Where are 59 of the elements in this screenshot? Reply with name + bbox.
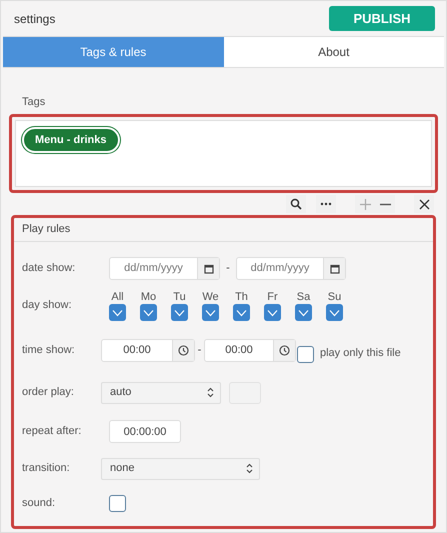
close-icon[interactable]	[414, 195, 434, 213]
day-label: Th	[235, 290, 248, 304]
day-label: Fr	[267, 290, 278, 304]
check-icon	[329, 308, 340, 316]
calendar-icon[interactable]	[323, 258, 345, 279]
tag-chip[interactable]: Menu - drinks	[22, 126, 120, 153]
check-icon	[174, 308, 185, 316]
day-checkbox[interactable]	[326, 304, 343, 321]
section-label: Tags	[21, 95, 46, 110]
check-icon	[143, 308, 154, 316]
field-label: date show:	[22, 261, 76, 276]
field-label: sound:	[22, 496, 56, 512]
day-label: Mo	[140, 290, 156, 304]
calendar-icon[interactable]	[197, 258, 219, 279]
day-checkbox[interactable]	[171, 304, 188, 321]
window-title: settings	[14, 10, 56, 28]
check-icon	[267, 308, 278, 316]
field-label: order play:	[22, 385, 75, 400]
checkbox[interactable]	[109, 495, 126, 512]
chevron-icon	[246, 463, 253, 474]
range-separator: -	[225, 261, 231, 276]
day-label: Su	[328, 290, 342, 304]
day-checkbox[interactable]	[264, 304, 281, 321]
select-field[interactable]: auto	[101, 382, 221, 404]
checkbox-label: play only this file	[320, 346, 401, 361]
day-checkbox[interactable]	[140, 304, 157, 321]
range-separator: -	[196, 343, 202, 358]
tags-field[interactable]: Menu - drinks	[15, 120, 432, 186]
day-label: Tu	[173, 290, 186, 304]
check-icon	[205, 308, 216, 316]
clock-icon[interactable]	[172, 340, 194, 361]
check-icon	[112, 308, 123, 316]
day-checkbox[interactable]	[202, 304, 219, 321]
date-field[interactable]: dd/mm/yyyy	[236, 257, 346, 280]
field-label: day show:	[22, 298, 73, 314]
check-icon	[236, 308, 247, 316]
time-field[interactable]: 00:00	[204, 339, 296, 362]
more-icon[interactable]	[316, 195, 336, 213]
clock-icon[interactable]	[273, 340, 295, 361]
field-label: transition:	[22, 461, 71, 476]
tab[interactable]: About	[224, 37, 444, 67]
field-label: repeat after:	[22, 424, 82, 440]
time-field[interactable]: 00:00	[101, 339, 195, 362]
day-label: All	[111, 290, 124, 304]
date-field[interactable]: dd/mm/yyyy	[109, 257, 220, 280]
search-icon[interactable]	[286, 195, 306, 213]
check-icon	[298, 308, 309, 316]
minus-icon[interactable]	[375, 195, 395, 213]
checkbox[interactable]	[297, 346, 314, 363]
select-field[interactable]: none	[101, 458, 260, 480]
time-field[interactable]: 00:00:00	[109, 420, 181, 443]
day-label: Sa	[296, 290, 310, 304]
panel-title: Play rules	[22, 222, 70, 237]
field-label: time show:	[22, 343, 76, 358]
day-label: We	[202, 290, 219, 304]
day-checkbox[interactable]	[109, 304, 126, 321]
day-checkbox[interactable]	[295, 304, 312, 321]
chevron-icon	[207, 387, 214, 398]
day-checkbox[interactable]	[233, 304, 250, 321]
